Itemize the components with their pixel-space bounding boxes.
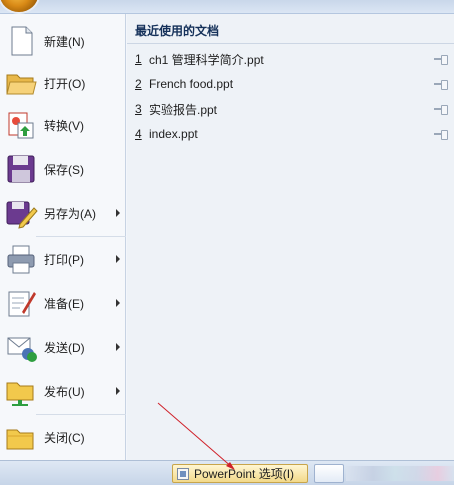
menu-item-label: 准备(E) <box>44 296 84 311</box>
submenu-arrow-icon <box>116 209 120 217</box>
submenu-arrow-icon <box>116 343 120 351</box>
recent-item[interactable]: 4 index.ppt <box>135 123 448 145</box>
pin-icon[interactable] <box>434 79 448 90</box>
menu-item-convert[interactable]: 转换(V) <box>0 104 126 146</box>
menu-item-label: 打开(O) <box>44 76 86 91</box>
recent-item-name: index.ppt <box>149 127 198 141</box>
menu-item-send[interactable]: 发送(D) <box>0 326 126 368</box>
menu-item-label: 打印(P) <box>44 252 84 267</box>
powerpoint-options-button[interactable]: PowerPoint 选项(I) <box>172 464 308 483</box>
menu-item-save[interactable]: 保存(S) <box>0 148 126 190</box>
menu-item-label: 保存(S) <box>44 162 84 177</box>
recent-documents-header: 最近使用的文档 <box>127 14 454 44</box>
recent-item-name: French food.ppt <box>149 77 234 91</box>
close-folder-icon <box>4 420 38 454</box>
menu-item-save-as[interactable]: 另存为(A) <box>0 192 126 234</box>
prepare-icon <box>4 286 38 320</box>
recent-item-name: ch1 管理科学简介.ppt <box>149 52 264 67</box>
pin-icon[interactable] <box>434 129 448 140</box>
publish-icon <box>4 374 38 408</box>
save-as-icon <box>4 196 38 230</box>
submenu-arrow-icon <box>116 387 120 395</box>
menu-item-label: 另存为(A) <box>44 206 96 221</box>
menu-item-prepare[interactable]: 准备(E) <box>0 282 126 324</box>
menu-item-label: 转换(V) <box>44 118 84 133</box>
powerpoint-options-label: PowerPoint 选项(I) <box>194 467 295 481</box>
recent-item-number: 1 <box>135 52 142 66</box>
open-folder-icon <box>4 66 38 100</box>
menu-item-new[interactable]: 新建(N) <box>0 20 126 62</box>
recent-item[interactable]: 3 实验报告.ppt <box>135 98 448 120</box>
menu-item-print[interactable]: 打印(P) <box>0 238 126 280</box>
recent-item-name: 实验报告.ppt <box>149 102 218 117</box>
obscured-region <box>346 466 454 481</box>
pin-icon[interactable] <box>434 104 448 115</box>
convert-icon <box>4 108 38 142</box>
menu-separator <box>36 414 126 415</box>
recent-item[interactable]: 2 French food.ppt <box>135 73 448 95</box>
menu-separator <box>36 236 126 237</box>
menu-item-label: 发送(D) <box>44 340 85 355</box>
menu-item-close[interactable]: 关闭(C) <box>0 416 126 458</box>
recent-item-number: 3 <box>135 102 142 116</box>
recent-item-number: 2 <box>135 77 142 91</box>
pin-icon[interactable] <box>434 54 448 65</box>
recent-item[interactable]: 1 ch1 管理科学简介.ppt <box>135 48 448 70</box>
menu-item-label: 关闭(C) <box>44 430 85 445</box>
save-floppy-icon <box>4 152 38 186</box>
send-icon <box>4 330 38 364</box>
submenu-arrow-icon <box>116 255 120 263</box>
menu-footer: PowerPoint 选项(I) <box>0 460 454 485</box>
exit-button[interactable] <box>314 464 344 483</box>
new-document-icon <box>4 24 38 58</box>
recent-item-number: 4 <box>135 127 142 141</box>
menu-item-publish[interactable]: 发布(U) <box>0 370 126 412</box>
menu-item-label: 发布(U) <box>44 384 85 399</box>
options-icon <box>177 467 189 480</box>
title-strip <box>0 0 454 14</box>
menu-item-open[interactable]: 打开(O) <box>0 62 126 104</box>
file-menu-commands: 新建(N) 打开(O) 转换(V) 保存(S) 另存为(A) 打印(P) 准备(… <box>0 14 126 460</box>
menu-item-label: 新建(N) <box>44 34 85 49</box>
recent-documents-panel: 最近使用的文档 1 ch1 管理科学简介.ppt 2 French food.p… <box>127 14 454 460</box>
printer-icon <box>4 242 38 276</box>
submenu-arrow-icon <box>116 299 120 307</box>
